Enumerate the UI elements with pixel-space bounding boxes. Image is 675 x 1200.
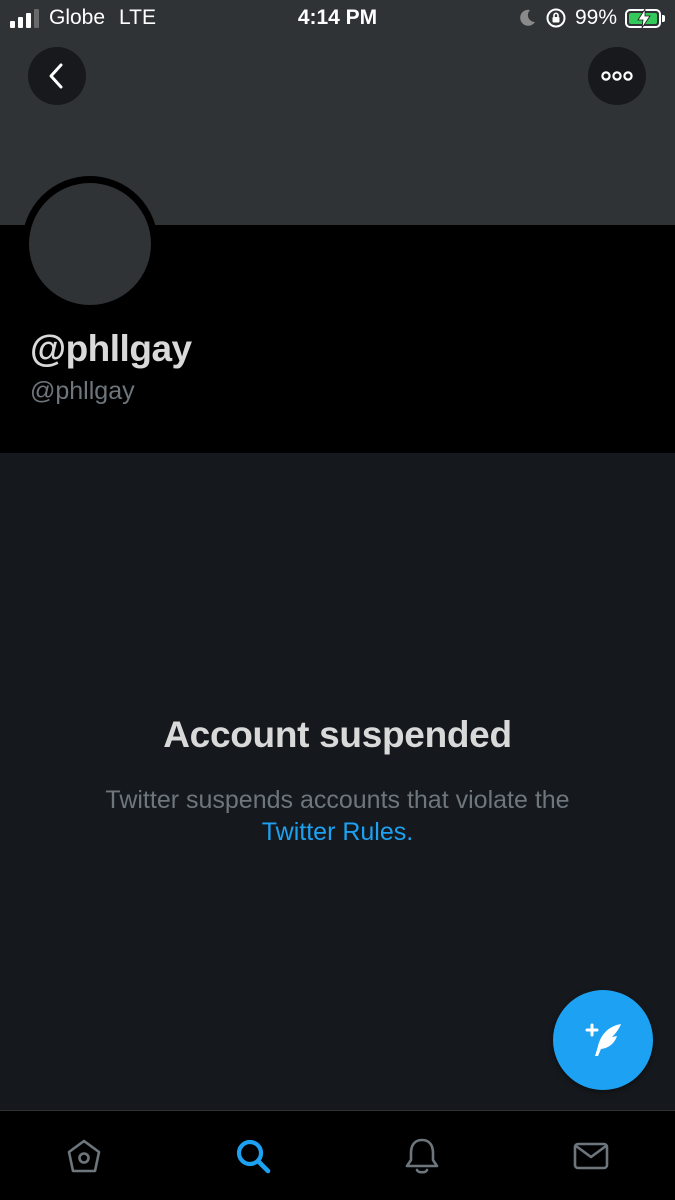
tab-notifications[interactable] bbox=[338, 1111, 507, 1200]
more-button[interactable] bbox=[588, 47, 646, 105]
moon-icon bbox=[520, 9, 535, 26]
compose-tweet-button[interactable] bbox=[553, 990, 653, 1090]
twitter-rules-period: . bbox=[406, 818, 414, 846]
bolt-icon bbox=[637, 8, 651, 28]
home-icon bbox=[68, 1139, 101, 1172]
user-handle: @phllgay bbox=[30, 377, 135, 405]
compose-tweet-icon bbox=[585, 1023, 621, 1056]
tab-messages[interactable] bbox=[506, 1111, 675, 1200]
status-right: 99% bbox=[517, 6, 665, 30]
tab-bar bbox=[0, 1110, 675, 1200]
search-icon bbox=[237, 1139, 271, 1173]
back-button[interactable] bbox=[28, 47, 86, 105]
suspended-message: Twitter suspends accounts that violate t… bbox=[40, 784, 635, 848]
bell-icon bbox=[405, 1138, 439, 1174]
battery-charging-icon bbox=[625, 8, 665, 28]
chevron-left-icon bbox=[49, 63, 63, 89]
avatar[interactable] bbox=[22, 176, 158, 312]
mail-icon bbox=[573, 1142, 608, 1169]
status-bar: Globe LTE 4:14 PM 99% bbox=[0, 0, 675, 38]
suspended-title: Account suspended bbox=[163, 714, 512, 755]
battery-percent: 99% bbox=[574, 6, 617, 29]
tab-home[interactable] bbox=[0, 1111, 169, 1200]
twitter-rules-link[interactable]: Twitter Rules bbox=[262, 818, 406, 846]
tab-search[interactable] bbox=[169, 1111, 338, 1200]
display-name: @phllgay bbox=[30, 328, 192, 369]
more-horizontal-icon bbox=[601, 71, 633, 81]
suspended-message-text: Twitter suspends accounts that violate t… bbox=[105, 786, 570, 814]
orientation-lock-icon bbox=[546, 8, 566, 28]
